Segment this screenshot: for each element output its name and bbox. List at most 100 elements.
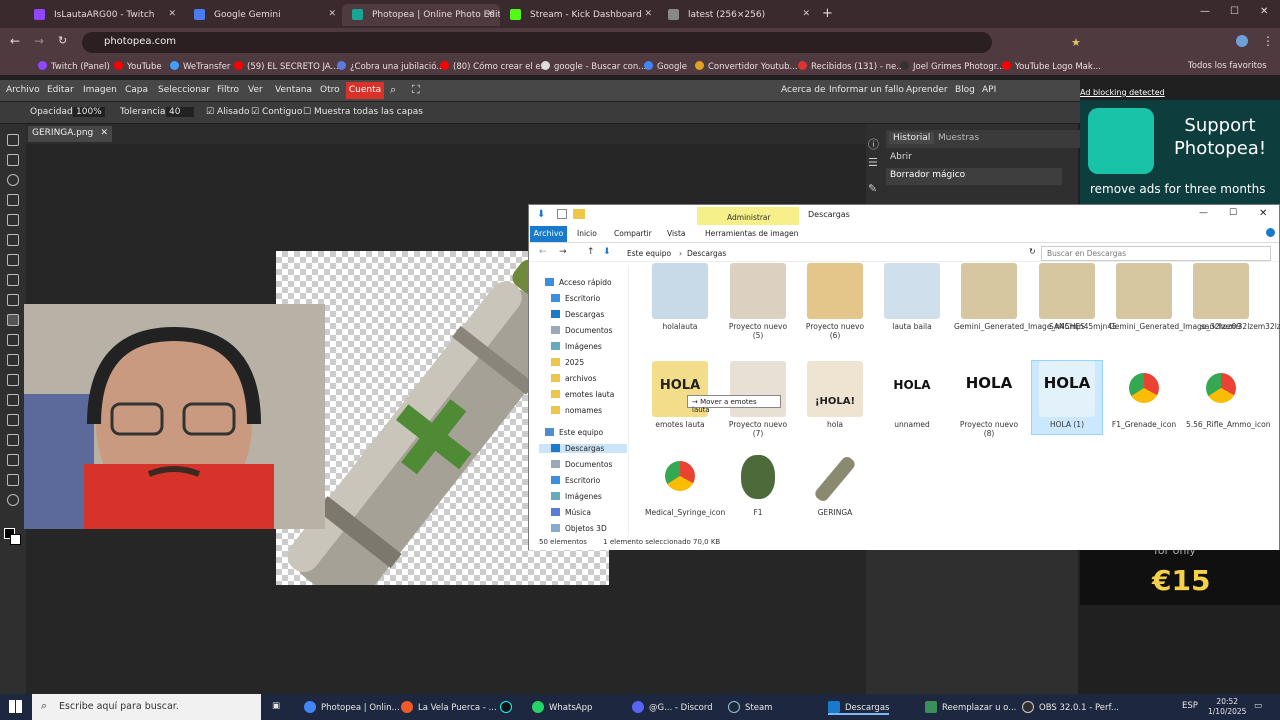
browser-tab-latest[interactable]: latest (256×256) ✕ bbox=[658, 4, 816, 26]
healing-tool-icon[interactable] bbox=[7, 254, 19, 266]
lasso-tool-icon[interactable] bbox=[7, 174, 19, 186]
file-item-selected[interactable]: HOLA HOLA (1) bbox=[1031, 360, 1103, 435]
file-item[interactable]: Medical_Syringe_icon bbox=[645, 449, 725, 517]
taskbar-app-photopea[interactable]: Photopea | Onlin... bbox=[304, 701, 400, 713]
tolerance-field[interactable]: 40 bbox=[166, 107, 194, 117]
bookmark-item[interactable]: WeTransfer bbox=[170, 61, 230, 72]
reload-icon[interactable]: ↻ bbox=[58, 34, 67, 47]
menu-capa[interactable]: Capa bbox=[125, 85, 148, 95]
file-item[interactable]: Gemini_Generated_Image_n45mjn45mjn45 bbox=[954, 263, 1117, 331]
sidebar-item[interactable]: Imágenes bbox=[551, 342, 602, 351]
maximize-icon[interactable]: ☐ bbox=[1229, 208, 1237, 218]
language-indicator[interactable]: ESP bbox=[1182, 701, 1198, 711]
forward-icon[interactable]: → bbox=[559, 247, 567, 257]
sidebar-item[interactable]: Documentos bbox=[551, 460, 612, 469]
taskbar-app-obs[interactable]: OBS 32.0.1 - Perf... bbox=[1022, 701, 1119, 713]
bookmark-item[interactable]: ¿Cobra una jubilació... bbox=[337, 61, 444, 72]
file-item[interactable]: Proyecto nuevo (6) bbox=[800, 263, 870, 340]
background-color-swatch[interactable] bbox=[10, 534, 21, 545]
fullscreen-icon[interactable]: ⛶ bbox=[412, 83, 420, 97]
file-item[interactable]: F1 bbox=[723, 449, 793, 517]
properties-icon[interactable] bbox=[557, 209, 567, 219]
file-item[interactable]: sanchez09 bbox=[1186, 263, 1256, 331]
menu-kebab-icon[interactable]: ⋮ bbox=[1262, 34, 1274, 48]
bookmark-item[interactable]: Recibidos (131) - ne... bbox=[798, 61, 904, 72]
close-icon[interactable]: ✕ bbox=[486, 9, 494, 19]
gradient-tool-icon[interactable] bbox=[7, 334, 19, 346]
sidebar-item[interactable]: nomames bbox=[551, 406, 602, 415]
eyedropper-tool-icon[interactable] bbox=[7, 234, 19, 246]
menu-acerca[interactable]: Acerca de bbox=[781, 85, 826, 95]
account-button[interactable]: Cuenta bbox=[346, 82, 384, 99]
bookmark-item[interactable]: Google bbox=[644, 61, 687, 72]
close-icon[interactable]: ✕ bbox=[1259, 208, 1267, 219]
browser-tab-photopea[interactable]: Photopea | Online Photo Editor ✕ bbox=[342, 4, 500, 26]
bookmark-item[interactable]: Joel Grimes Photogr... bbox=[900, 61, 1005, 72]
taskbar-app-whatsapp[interactable]: WhatsApp bbox=[532, 701, 592, 713]
menu-ver[interactable]: Ver bbox=[248, 85, 263, 95]
menu-informar[interactable]: Informar un fallo bbox=[829, 85, 904, 95]
menu-imagen[interactable]: Imagen bbox=[83, 85, 117, 95]
bookmark-item[interactable]: Twitch (Panel) bbox=[38, 61, 110, 72]
crop-tool-icon[interactable] bbox=[7, 214, 19, 226]
taskbar-app-explorer[interactable]: Descargas bbox=[828, 701, 890, 715]
ribbon-tab-inicio[interactable]: Inicio bbox=[577, 229, 597, 238]
menu-blog[interactable]: Blog bbox=[955, 85, 975, 95]
tiktok-icon[interactable] bbox=[500, 701, 517, 713]
bookmark-item[interactable]: google - Buscar con... bbox=[541, 61, 646, 72]
explorer-search-input[interactable]: Buscar en Descargas bbox=[1041, 246, 1271, 261]
forward-icon[interactable]: → bbox=[34, 34, 44, 48]
sidebar-item[interactable]: Escritorio bbox=[551, 294, 600, 303]
info-icon[interactable]: ⓘ bbox=[868, 136, 879, 152]
path-select-tool-icon[interactable] bbox=[7, 434, 19, 446]
menu-filtro[interactable]: Filtro bbox=[217, 85, 239, 95]
minimize-icon[interactable]: — bbox=[1200, 6, 1210, 17]
pen-tool-icon[interactable] bbox=[7, 394, 19, 406]
sidebar-item-acceso-rapido[interactable]: Acceso rápido bbox=[545, 278, 612, 287]
back-icon[interactable]: ← bbox=[10, 34, 20, 48]
sidebar-item-selected[interactable]: Descargas bbox=[539, 444, 627, 453]
breadcrumb-descargas[interactable]: Descargas bbox=[687, 249, 726, 258]
profile-avatar[interactable] bbox=[1236, 35, 1248, 47]
help-icon[interactable] bbox=[1266, 228, 1275, 237]
history-item[interactable]: Abrir bbox=[890, 152, 912, 162]
sidebar-item[interactable]: emotes lauta bbox=[551, 390, 614, 399]
stamp-tool-icon[interactable] bbox=[7, 294, 19, 306]
opacity-field[interactable]: 100% bbox=[73, 107, 105, 117]
close-icon[interactable]: ✕ bbox=[328, 9, 336, 19]
up-icon[interactable]: ↑ bbox=[587, 247, 595, 257]
ribbon-tab-vista[interactable]: Vista bbox=[667, 229, 686, 238]
menu-otro[interactable]: Otro bbox=[320, 85, 340, 95]
sidebar-item[interactable]: Escritorio bbox=[551, 476, 600, 485]
file-item[interactable]: Gemini_Generated_Image_32lzem32lzem32lz bbox=[1109, 263, 1280, 331]
taskbar-app-brave[interactable]: La Vela Puerca - ... bbox=[401, 701, 497, 713]
zoom-tool-icon[interactable] bbox=[7, 494, 19, 506]
windows-start-icon[interactable] bbox=[9, 700, 22, 713]
document-tab[interactable]: GERINGA.png ✕ bbox=[28, 126, 112, 142]
task-view-icon[interactable]: ▣ bbox=[272, 701, 280, 711]
all-bookmarks[interactable]: Todos los favoritos bbox=[1188, 61, 1267, 71]
close-icon[interactable]: ✕ bbox=[100, 128, 108, 138]
breadcrumb-este-equipo[interactable]: Este equipo bbox=[627, 249, 671, 258]
close-window-icon[interactable]: ✕ bbox=[1260, 6, 1268, 17]
hand-tool-icon[interactable] bbox=[7, 474, 19, 486]
file-item[interactable]: SANCHES bbox=[1032, 263, 1102, 331]
sidebar-item[interactable]: Descargas bbox=[551, 310, 604, 319]
new-tab-icon[interactable]: + bbox=[822, 6, 833, 21]
search-icon[interactable]: ⌕ bbox=[390, 83, 396, 97]
menu-ventana[interactable]: Ventana bbox=[275, 85, 312, 95]
text-tool-icon[interactable] bbox=[7, 414, 19, 426]
marquee-tool-icon[interactable] bbox=[7, 154, 19, 166]
bookmark-item[interactable]: (59) EL SECRETO JA... bbox=[234, 61, 339, 72]
brush-tool-icon[interactable] bbox=[7, 274, 19, 286]
tab-historial[interactable]: Historial bbox=[889, 132, 935, 144]
adjust-icon[interactable]: ☰ bbox=[868, 156, 878, 169]
ad-blocking-notice[interactable]: Ad blocking detected bbox=[1080, 88, 1165, 97]
ribbon-tab-herramientas[interactable]: Herramientas de imagen bbox=[705, 229, 798, 238]
move-tool-icon[interactable] bbox=[7, 134, 19, 146]
close-icon[interactable]: ✕ bbox=[168, 9, 176, 19]
bookmark-item[interactable]: (80) Cómo crear el e... bbox=[440, 61, 549, 72]
file-item[interactable]: 5.56_Rifle_Ammo_icon bbox=[1186, 361, 1270, 429]
sidebar-item[interactable]: Documentos bbox=[551, 326, 612, 335]
notification-icon[interactable]: ▭ bbox=[1254, 701, 1262, 711]
